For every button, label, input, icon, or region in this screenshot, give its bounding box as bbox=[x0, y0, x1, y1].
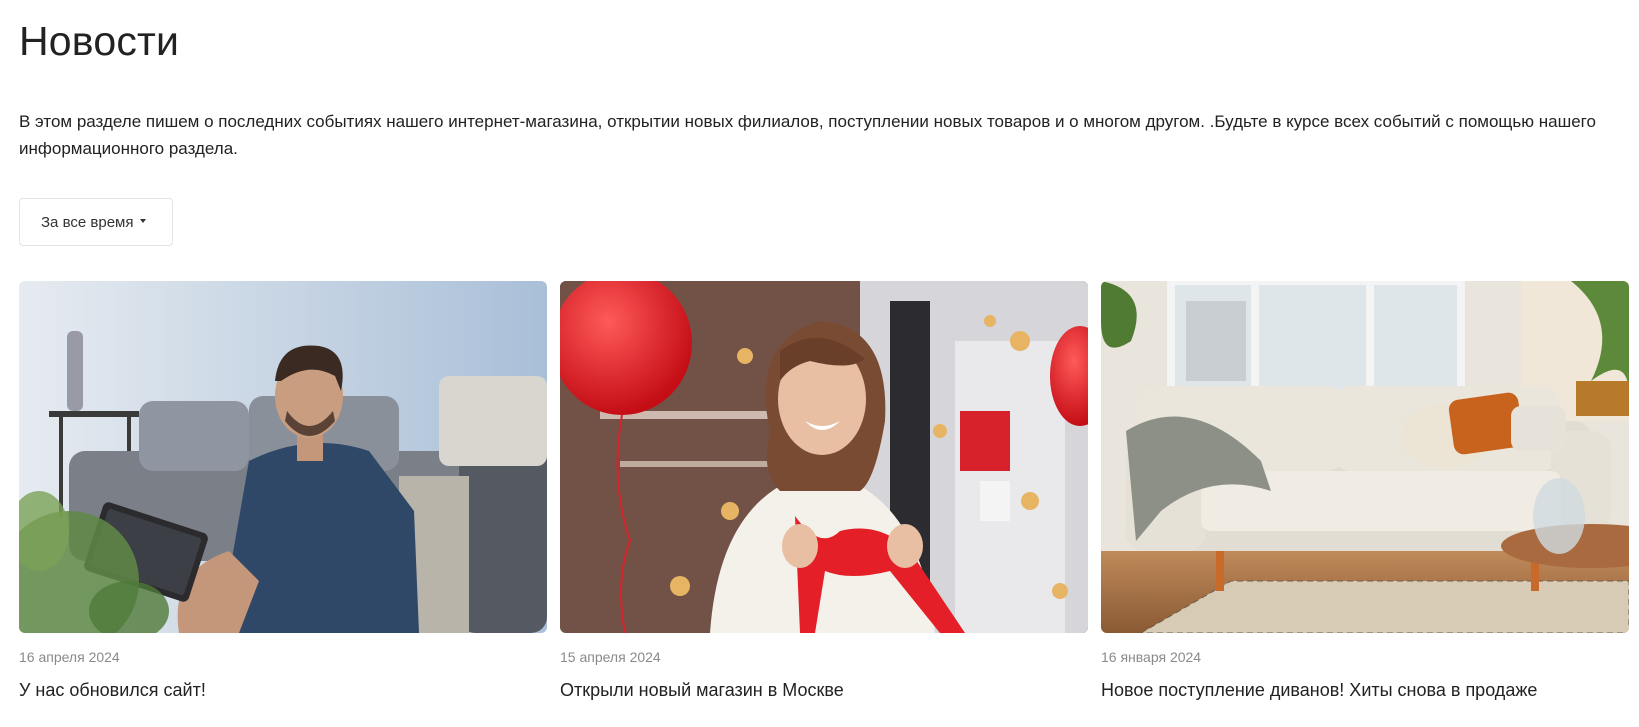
news-title-link[interactable]: У нас обновился сайт! bbox=[19, 680, 206, 701]
news-page: Новости В этом разделе пишем о последних… bbox=[0, 0, 1639, 727]
news-date: 16 апреля 2024 bbox=[19, 649, 120, 665]
news-image-woman-with-ribbon[interactable] bbox=[560, 281, 1088, 633]
page-intro: В этом разделе пишем о последних события… bbox=[19, 112, 1596, 158]
news-date: 15 апреля 2024 bbox=[560, 649, 661, 665]
period-filter-label: За все время bbox=[41, 213, 134, 231]
news-list: 16 апреля 2024 У нас обновился сайт! 15 … bbox=[19, 281, 1629, 721]
news-date: 16 января 2024 bbox=[1101, 649, 1202, 665]
period-filter-dropdown[interactable]: За все время bbox=[19, 198, 173, 246]
news-card[interactable]: 16 апреля 2024 У нас обновился сайт! bbox=[19, 281, 547, 721]
caret-down-icon bbox=[140, 218, 147, 223]
news-card[interactable]: 15 апреля 2024 Открыли новый магазин в М… bbox=[560, 281, 1088, 721]
news-card[interactable]: 16 января 2024 Новое поступление диванов… bbox=[1101, 281, 1629, 721]
news-title-link[interactable]: Новое поступление диванов! Хиты снова в … bbox=[1101, 680, 1537, 701]
news-image-sofa[interactable] bbox=[1101, 281, 1629, 633]
news-image-man-with-tablet[interactable] bbox=[19, 281, 547, 633]
page-title: Новости bbox=[19, 18, 180, 64]
news-title-link[interactable]: Открыли новый магазин в Москве bbox=[560, 680, 844, 701]
